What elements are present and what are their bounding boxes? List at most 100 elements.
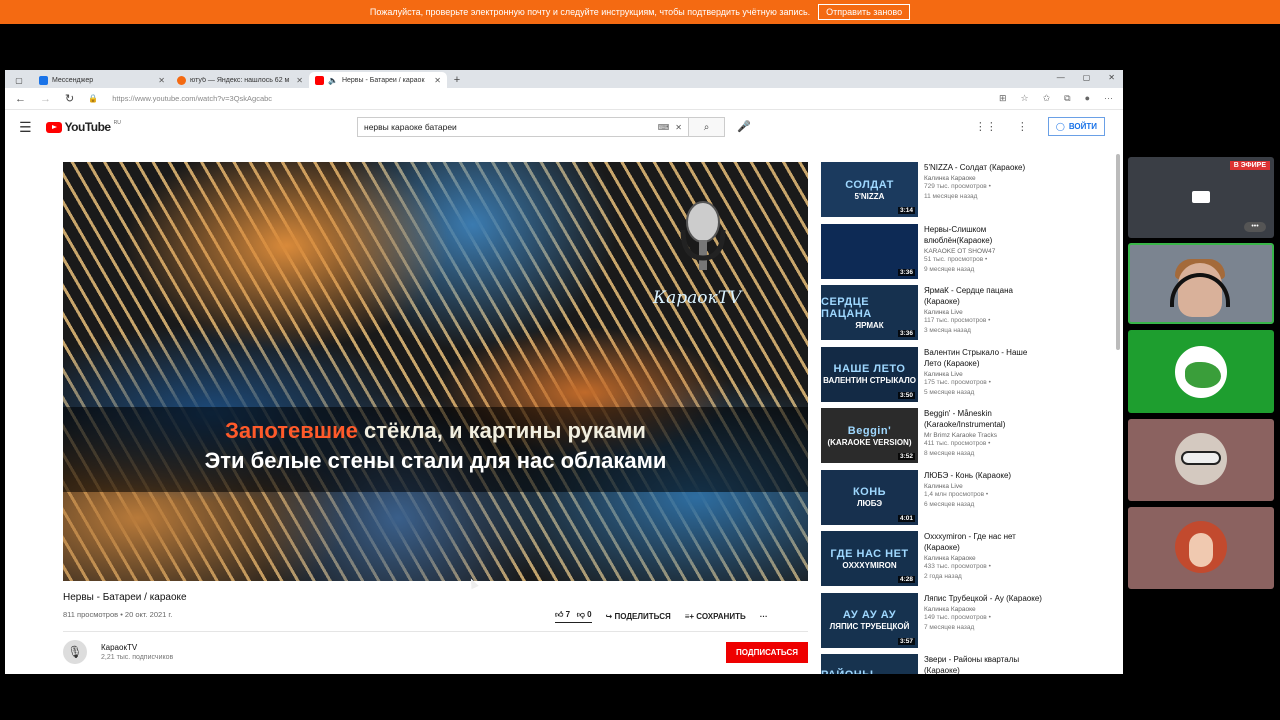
recommendation-item[interactable]: Beggin' (KARAOKE VERSION) 3:52 Beggin' -… xyxy=(821,408,1111,470)
sign-in-button[interactable]: ◯ ВОЙТИ xyxy=(1047,117,1105,136)
rec-channel[interactable]: Калинка Караоке xyxy=(924,555,1042,562)
search-query: нервы караоке батареи xyxy=(364,122,457,132)
rec-title[interactable]: ЛЮБЭ - Конь (Караоке) xyxy=(924,470,1011,481)
rec-title[interactable]: Валентин Стрыкало - Наше Лето (Караоке) xyxy=(924,347,1042,369)
more-options-icon[interactable]: ••• xyxy=(1244,222,1266,232)
participant-tile-screen[interactable]: В ЭФИРЕ ••• xyxy=(1128,157,1274,238)
favorite-add-icon[interactable]: ☆ xyxy=(1021,93,1029,104)
participant-tile-speaker[interactable] xyxy=(1128,243,1274,324)
rec-thumbnail[interactable]: СОЛДАТ 5'NIZZA 3:14 xyxy=(821,162,918,217)
thumb-title: НАШЕ ЛЕТО xyxy=(833,363,906,375)
youtube-header: ☰ YouTube RU нервы караоке батареи ⌨ ✕ ⌕… xyxy=(5,110,1123,144)
close-tab-icon[interactable]: ✕ xyxy=(434,76,441,85)
channel-name[interactable]: КараокTV xyxy=(101,643,173,652)
recommendation-item[interactable]: СЕРДЦЕ ПАЦАНА ЯРМАК 3:36 ЯрмаК - Сердце … xyxy=(821,285,1111,347)
more-actions-icon[interactable]: ··· xyxy=(760,612,768,621)
keyboard-icon[interactable]: ⌨ xyxy=(658,123,670,132)
save-button[interactable]: ≡+ СОХРАНИТЬ xyxy=(685,612,746,621)
participant-tile-avatar-1[interactable] xyxy=(1128,330,1274,413)
live-badge: В ЭФИРЕ xyxy=(1229,161,1270,170)
duration-badge: 3:57 xyxy=(897,637,915,645)
subscribe-button[interactable]: ПОДПИСАТЬСЯ xyxy=(726,642,808,663)
youtube-favicon-icon xyxy=(315,75,324,85)
recommendation-item[interactable]: ГДЕ НАС НЕТ OXXXYMIRON 4:28 Oxxxymiron -… xyxy=(821,531,1111,593)
tab-yandex[interactable]: ютуб — Яндекс: нашлось 62 м ✕ xyxy=(171,72,309,88)
thumb-title: ГДЕ НАС НЕТ xyxy=(830,547,909,560)
search-button[interactable]: ⌕ xyxy=(689,117,725,137)
rec-thumbnail[interactable]: ГДЕ НАС НЕТ OXXXYMIRON 4:28 xyxy=(821,531,918,586)
rec-channel[interactable]: KARAOKE OT SHOW47 xyxy=(924,248,1042,255)
rec-thumbnail[interactable]: АУ АУ АУ ЛЯПИС ТРУБЕЦКОЙ 3:57 xyxy=(821,592,918,648)
sunglasses-avatar xyxy=(1175,433,1227,485)
resend-button[interactable]: Отправить заново xyxy=(818,4,911,20)
reload-icon[interactable]: ↻ xyxy=(65,92,74,105)
rec-thumbnail[interactable]: КОНЬ ЛЮБЭ 4:01 xyxy=(821,469,918,525)
channel-avatar[interactable]: 🎙 xyxy=(63,640,87,664)
new-tab-button[interactable]: + xyxy=(447,72,467,88)
rec-channel[interactable]: Калинка Live xyxy=(924,483,1011,490)
rec-thumbnail[interactable]: РАЙОНЫ КВАРТАЛЫ xyxy=(821,654,918,674)
collections-icon[interactable]: ⧉ xyxy=(1064,93,1070,104)
close-window-icon[interactable]: ✕ xyxy=(1108,73,1115,82)
back-icon[interactable]: ← xyxy=(15,93,26,105)
speaker-icon[interactable]: 🔈 xyxy=(328,76,338,85)
recommendation-item[interactable]: НАШЕ ЛЕТО ВАЛЕНТИН СТРЫКАЛО 3:50 Валенти… xyxy=(821,346,1111,409)
rec-thumbnail[interactable]: СЕРДЦЕ ПАЦАНА ЯРМАК 3:36 xyxy=(821,285,918,340)
participant-tile-avatar-3[interactable] xyxy=(1128,507,1274,589)
recommendation-item[interactable]: РАЙОНЫ КВАРТАЛЫ Звери - Районы кварталы … xyxy=(821,654,1111,674)
url-input[interactable]: https://www.youtube.com/watch?v=3QskAgca… xyxy=(112,94,985,103)
rec-channel[interactable]: Калинка Live xyxy=(924,309,1042,316)
apps-icon[interactable]: ⊞ xyxy=(999,93,1007,104)
rec-title[interactable]: Ляпис Трубецкой - Ау (Караоке) xyxy=(924,593,1042,604)
rec-channel[interactable]: Калинка Live xyxy=(924,371,1042,378)
rec-title[interactable]: 5'NIZZA - Солдат (Караоке) xyxy=(924,162,1025,173)
favorites-icon[interactable]: ✩ xyxy=(1043,93,1051,104)
close-tab-icon[interactable]: ✕ xyxy=(158,76,165,85)
close-tab-icon[interactable]: ✕ xyxy=(296,76,303,85)
rec-title[interactable]: Oxxxymiron - Где нас нет (Караоке) xyxy=(924,531,1042,553)
rec-views: 149 тыс. просмотров • xyxy=(924,613,991,621)
rec-age: 11 месяцев назад xyxy=(924,193,978,200)
participant-tile-avatar-2[interactable] xyxy=(1128,419,1274,501)
menu-icon[interactable]: ··· xyxy=(1104,93,1113,104)
rec-info: Звери - Районы кварталы (Караоке) xyxy=(924,654,1042,674)
rec-thumbnail[interactable]: Beggin' (KARAOKE VERSION) 3:52 xyxy=(821,408,918,463)
rec-info: Ляпис Трубецкой - Ау (Караоке) Калинка К… xyxy=(924,593,1042,655)
search-input[interactable]: нервы караоке батареи ⌨ ✕ xyxy=(357,117,689,137)
rec-age: 5 месяцев назад xyxy=(924,388,975,396)
microphone-icon[interactable]: 🎤 xyxy=(737,120,751,133)
tab-actions-icon[interactable]: ▢ xyxy=(5,72,33,88)
clear-search-icon[interactable]: ✕ xyxy=(675,123,682,132)
settings-more-icon[interactable]: ⋮ xyxy=(1017,120,1028,133)
recommendation-item[interactable]: СОЛДАТ 5'NIZZA 3:14 5'NIZZA - Солдат (Ка… xyxy=(821,162,1111,224)
recommendation-item[interactable]: КОНЬ ЛЮБЭ 4:01 ЛЮБЭ - Конь (Караоке) Кал… xyxy=(821,469,1111,532)
rec-thumbnail[interactable]: НАШЕ ЛЕТО ВАЛЕНТИН СТРЫКАЛО 3:50 xyxy=(821,346,918,402)
share-button[interactable]: ↪ ПОДЕЛИТЬСЯ xyxy=(606,612,671,621)
rec-channel[interactable]: Mr Brimz Karaoke Tracks xyxy=(924,432,1042,439)
forward-icon[interactable]: → xyxy=(40,93,51,105)
tab-youtube[interactable]: 🔈 Нервы - Батареи / караок ✕ xyxy=(309,72,447,88)
duration-badge: 3:52 xyxy=(897,453,915,460)
rec-thumbnail[interactable]: 3:36 xyxy=(821,223,918,279)
rec-title[interactable]: Звери - Районы кварталы (Караоке) xyxy=(924,654,1042,674)
recommendation-item[interactable]: 3:36 Нервы-Слишком влюблён(Караоке) KARA… xyxy=(821,223,1111,286)
rec-title[interactable]: Beggin' - Måneskin (Karaoke/Instrumental… xyxy=(924,408,1042,430)
profile-icon[interactable]: ● xyxy=(1085,93,1090,104)
minimize-icon[interactable]: — xyxy=(1057,73,1065,82)
rec-title[interactable]: Нервы-Слишком влюблён(Караоке) xyxy=(924,224,1042,246)
video-player[interactable]: КараокTV Запотевшие стёкла, и картины ру… xyxy=(63,162,808,581)
tab-messenger[interactable]: Мессенджер ✕ xyxy=(33,72,171,88)
duration-badge: 3:36 xyxy=(897,268,915,276)
apps-grid-icon[interactable]: ⋮⋮ xyxy=(975,120,997,133)
recommendation-item[interactable]: АУ АУ АУ ЛЯПИС ТРУБЕЦКОЙ 3:57 Ляпис Труб… xyxy=(821,592,1111,655)
scrollbar[interactable] xyxy=(1116,154,1120,350)
like-button[interactable]: 👍︎ 7 👎︎ 0 xyxy=(555,610,592,623)
rec-channel[interactable]: Калинка Караоке xyxy=(924,175,1025,182)
lock-icon[interactable]: 🔒 xyxy=(88,94,98,103)
maximize-icon[interactable]: ▢ xyxy=(1083,73,1091,82)
rec-age: 6 месяцев назад xyxy=(924,500,975,508)
youtube-logo[interactable]: YouTube RU xyxy=(45,120,121,134)
rec-channel[interactable]: Калинка Караоке xyxy=(924,606,1042,613)
rec-title[interactable]: ЯрмаК - Сердце пацана (Караоке) xyxy=(924,285,1042,307)
hamburger-menu-icon[interactable]: ☰ xyxy=(19,119,32,136)
